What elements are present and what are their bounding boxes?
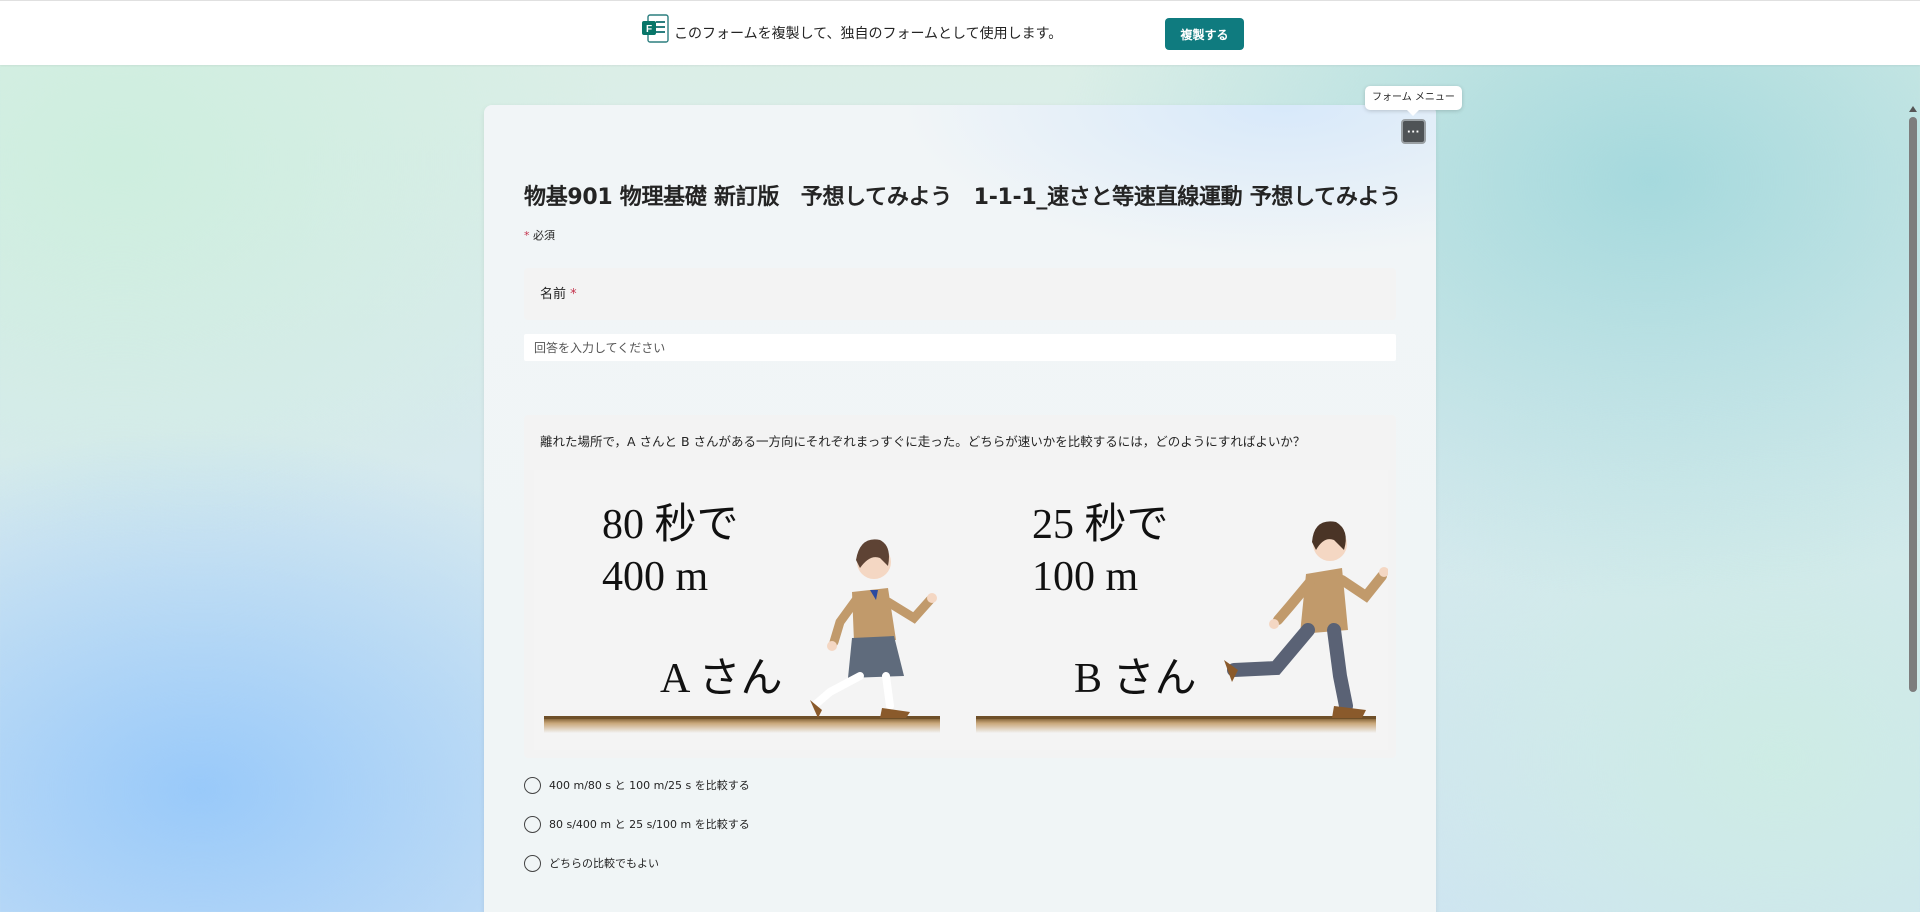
name-answer-input[interactable]: [524, 334, 1396, 361]
question-speed-block: 離れた場所で，A さんと B さんがある一方向にそれぞれまっすぐに走った。どちら…: [524, 415, 1396, 758]
page-scrollbar[interactable]: [1906, 104, 1920, 912]
form-menu-button[interactable]: ···: [1401, 119, 1426, 144]
scroll-up-arrow-icon[interactable]: [1909, 106, 1917, 112]
form-menu-tooltip: フォーム メニュー: [1365, 86, 1462, 116]
question-name-label: 名前 *: [540, 286, 577, 303]
runner-b-label: B さん: [1074, 656, 1197, 702]
left-distance-text: 400 m: [602, 554, 709, 600]
duplicate-form-button[interactable]: 複製する: [1165, 18, 1244, 50]
forms-logo-icon: F: [642, 14, 669, 43]
right-time-text: 25 秒で: [1032, 502, 1169, 548]
question-speed-text: 離れた場所で，A さんと B さんがある一方向にそれぞれまっすぐに走った。どちら…: [540, 434, 1306, 449]
required-note: * 必須: [524, 228, 555, 243]
choice-label: どちらの比較でもよい: [549, 857, 659, 870]
required-asterisk: *: [570, 287, 577, 302]
more-options-icon: ···: [1407, 124, 1420, 139]
choice-option-2[interactable]: 80 s/400 m と 25 s/100 m を比較する: [524, 814, 924, 836]
runner-a-label: A さん: [660, 656, 783, 702]
choice-option-3[interactable]: どちらの比較でもよい: [524, 853, 924, 875]
left-time-text: 80 秒で: [602, 502, 739, 548]
choice-label: 80 s/400 m と 25 s/100 m を比較する: [549, 818, 750, 831]
question-illustration: 80 秒で 400 m A さん 25 秒で 100 m B さん: [534, 470, 1388, 750]
choice-option-1[interactable]: 400 m/80 s と 100 m/25 s を比較する: [524, 775, 924, 797]
banner-message: このフォームを複製して、独自のフォームとして使用します。: [674, 26, 1063, 42]
question-name-block: 名前 *: [524, 268, 1396, 320]
form-title: 物基901 物理基礎 新訂版 予想してみよう 1-1-1_速さと等速直線運動 予…: [524, 185, 1401, 210]
choice-label: 400 m/80 s と 100 m/25 s を比較する: [549, 779, 750, 792]
copy-form-banner: F このフォームを複製して、独自のフォームとして使用します。 複製する: [0, 0, 1920, 65]
radio-button[interactable]: [524, 855, 541, 872]
question-name-text: 名前: [540, 287, 567, 302]
required-note-text: 必須: [529, 229, 555, 242]
right-distance-text: 100 m: [1032, 554, 1139, 600]
scrollbar-thumb[interactable]: [1909, 117, 1917, 692]
radio-button[interactable]: [524, 777, 541, 794]
svg-text:F: F: [646, 24, 652, 35]
radio-button[interactable]: [524, 816, 541, 833]
